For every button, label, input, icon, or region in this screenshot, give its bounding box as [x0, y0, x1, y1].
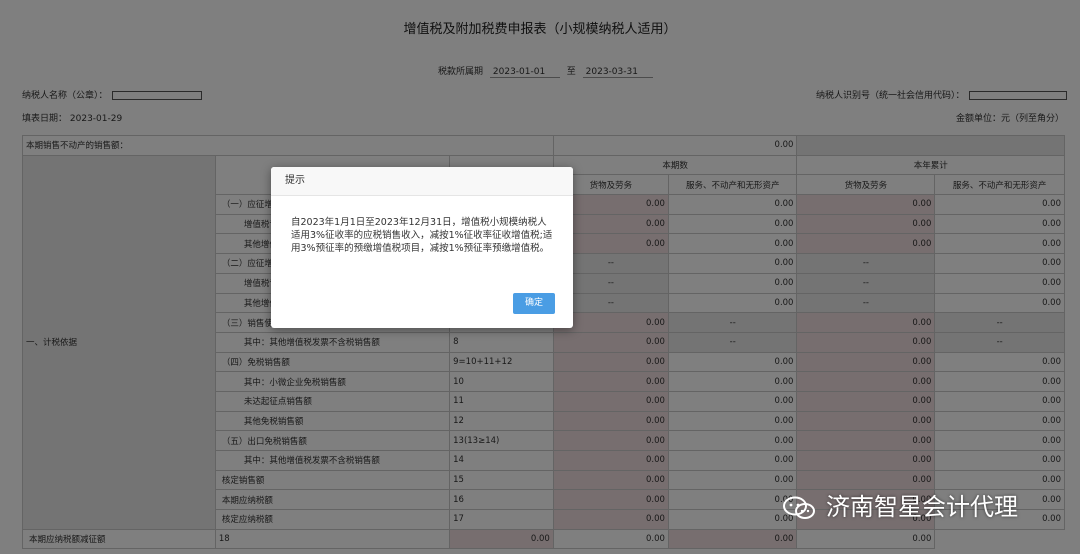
wechat-icon: [783, 496, 815, 519]
notice-dialog: 提示 自2023年1月1日至2023年12月31日，增值税小规模纳税人适用3%征…: [271, 167, 573, 328]
dialog-message: 自2023年1月1日至2023年12月31日，增值税小规模纳税人适用3%征收率的…: [291, 217, 553, 254]
confirm-button[interactable]: 确定: [513, 293, 555, 314]
watermark: 济南智星会计代理: [782, 487, 1018, 522]
dialog-title: 提示: [271, 167, 573, 196]
watermark-text: 济南智星会计代理: [826, 493, 1018, 521]
